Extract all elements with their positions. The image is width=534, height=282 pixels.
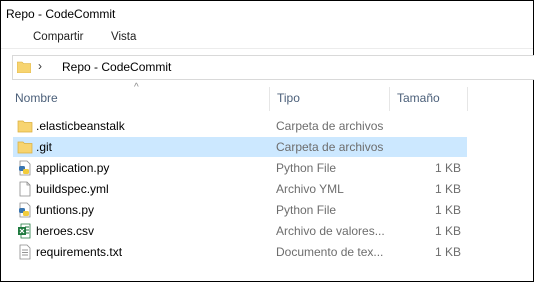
file-size: 1 KB: [434, 203, 461, 217]
column-divider[interactable]: [389, 87, 390, 111]
file-type: Carpeta de archivos: [276, 119, 384, 133]
file-type: Documento de tex...: [276, 245, 384, 259]
excel-csv-icon: [17, 223, 33, 239]
column-header-type[interactable]: Tipo: [277, 91, 300, 105]
file-row[interactable]: funtions.py Python File 1 KB: [13, 200, 467, 220]
column-divider[interactable]: [467, 87, 468, 111]
column-header-name[interactable]: Nombre: [15, 91, 58, 105]
folder-icon: [17, 139, 33, 155]
file-type: Carpeta de archivos: [276, 140, 384, 154]
file-row[interactable]: .elasticbeanstalk Carpeta de archivos: [13, 116, 467, 136]
folder-icon: [17, 61, 31, 73]
file-name[interactable]: heroes.csv: [36, 224, 94, 238]
file-name[interactable]: requirements.txt: [36, 245, 122, 259]
sort-ascending-icon: ^: [134, 82, 139, 93]
column-header-size[interactable]: Tamaño: [397, 91, 440, 105]
address-bar[interactable]: › Repo - CodeCommit: [12, 55, 534, 80]
file-size: 1 KB: [434, 224, 461, 238]
file-size: 1 KB: [434, 245, 461, 259]
menu-view[interactable]: Vista: [111, 31, 136, 43]
file-type: Python File: [276, 203, 337, 217]
file-type: Python File: [276, 161, 337, 175]
menu-divider: [1, 48, 533, 49]
file-size: 1 KB: [434, 182, 461, 196]
file-size: 1 KB: [434, 161, 461, 175]
file-type: Archivo de valores...: [276, 224, 385, 238]
explorer-window: Repo - CodeCommit Compartir Vista › Repo…: [0, 0, 534, 282]
text-file-icon: [17, 244, 33, 260]
file-name[interactable]: .git: [36, 140, 52, 154]
file-row[interactable]: buildspec.yml Archivo YML 1 KB: [13, 179, 467, 199]
document-icon: [17, 181, 33, 197]
file-name[interactable]: application.py: [36, 161, 109, 175]
python-file-icon: [17, 160, 33, 176]
file-row[interactable]: .git Carpeta de archivos: [13, 137, 467, 157]
menu-share[interactable]: Compartir: [33, 31, 83, 43]
folder-icon: [17, 118, 33, 134]
file-name[interactable]: buildspec.yml: [36, 182, 109, 196]
file-name[interactable]: funtions.py: [36, 203, 94, 217]
window-title: Repo - CodeCommit: [6, 7, 116, 21]
file-name[interactable]: .elasticbeanstalk: [36, 119, 125, 133]
file-row[interactable]: application.py Python File 1 KB: [13, 158, 467, 178]
breadcrumb-separator: ›: [38, 59, 42, 73]
python-file-icon: [17, 202, 33, 218]
column-divider[interactable]: [269, 87, 270, 111]
file-row[interactable]: requirements.txt Documento de tex... 1 KB: [13, 242, 467, 262]
file-row[interactable]: heroes.csv Archivo de valores... 1 KB: [13, 221, 467, 241]
breadcrumb-path[interactable]: Repo - CodeCommit: [62, 60, 171, 74]
file-type: Archivo YML: [276, 182, 344, 196]
